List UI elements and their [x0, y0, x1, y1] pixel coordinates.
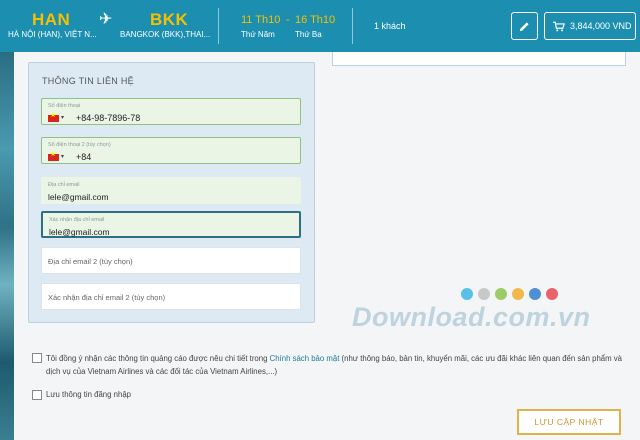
- date-separator: -: [286, 14, 290, 26]
- watermark-dot: [478, 288, 490, 300]
- watermark-dot: [495, 288, 507, 300]
- phone2-value: +84: [76, 152, 92, 162]
- guest-count: 1 khách: [374, 21, 406, 31]
- save-login-checkbox[interactable]: [32, 390, 42, 400]
- cart-total: 3,844,000 VND: [570, 21, 632, 31]
- dest-code: BKK: [150, 10, 189, 29]
- chevron-down-icon[interactable]: ▾: [61, 153, 64, 160]
- watermark-text: Download.com.vn: [352, 302, 591, 332]
- email2-confirm-field[interactable]: Xác nhận địa chỉ email 2 (tùy chọn): [41, 283, 301, 310]
- header-divider: [352, 8, 353, 44]
- phone2-field[interactable]: Số điện thoại 2 (tùy chọn) ▾ +84: [41, 137, 301, 164]
- watermark-dot: [512, 288, 524, 300]
- email2-placeholder: Địa chỉ email 2 (tùy chọn): [48, 257, 133, 266]
- watermark-dot: [529, 288, 541, 300]
- edit-flight-button[interactable]: [511, 12, 538, 40]
- email2-confirm-placeholder: Xác nhận địa chỉ email 2 (tùy chọn): [48, 293, 166, 302]
- watermark-dots: [461, 288, 558, 300]
- marketing-consent-checkbox[interactable]: [32, 353, 42, 363]
- email-label: Địa chỉ email: [48, 182, 80, 188]
- vietnam-flag-icon[interactable]: [48, 111, 59, 122]
- origin-code: HAN: [32, 10, 71, 29]
- chevron-down-icon[interactable]: ▾: [61, 114, 64, 121]
- depart-day: Thứ Năm: [241, 30, 275, 39]
- phone2-label: Số điện thoại 2 (tùy chọn): [48, 142, 111, 148]
- marketing-consent-text: Tôi đồng ý nhận các thông tin quảng cáo …: [46, 352, 626, 378]
- flight-summary-header: HAN HÀ NỘI (HAN), VIỆT N... ✈ BKK BANGKO…: [0, 0, 640, 52]
- cart-icon: [553, 21, 565, 31]
- watermark-dot: [461, 288, 473, 300]
- plane-icon: ✈: [99, 11, 113, 28]
- email2-field[interactable]: Địa chỉ email 2 (tùy chọn): [41, 247, 301, 274]
- email-confirm-value: lele@gmail.com: [49, 227, 110, 237]
- background-image-strip: [0, 52, 14, 440]
- email-value: lele@gmail.com: [48, 192, 109, 202]
- depart-date: 11 Th10: [241, 14, 281, 26]
- cart-button[interactable]: 3,844,000 VND: [544, 12, 636, 40]
- contact-info-card: THÔNG TIN LIÊN HỆ Số điện thoại ▾ +84-98…: [28, 62, 315, 323]
- phone-field[interactable]: Số điện thoại ▾ +84-98-7896-78: [41, 98, 301, 125]
- phone-value: +84-98-7896-78: [76, 113, 141, 123]
- origin-city: HÀ NỘI (HAN), VIỆT N...: [8, 30, 97, 39]
- summary-panel: [332, 52, 626, 66]
- privacy-policy-link[interactable]: Chính sách bảo mật: [270, 354, 340, 363]
- email-confirm-field[interactable]: Xác nhận địa chỉ email lele@gmail.com: [41, 211, 301, 238]
- pencil-icon: [519, 21, 529, 31]
- watermark-dot: [546, 288, 558, 300]
- email-field[interactable]: Địa chỉ email lele@gmail.com: [41, 177, 301, 204]
- dest-city: BANGKOK (BKK),THAI...: [120, 30, 211, 39]
- vietnam-flag-icon[interactable]: [48, 150, 59, 161]
- save-login-label: Lưu thông tin đăng nhập: [46, 390, 131, 399]
- return-date: 16 Th10: [295, 14, 336, 26]
- contact-title: THÔNG TIN LIÊN HỆ: [42, 76, 134, 86]
- email-confirm-label: Xác nhận địa chỉ email: [49, 217, 105, 223]
- return-day: Thứ Ba: [295, 30, 322, 39]
- header-divider: [218, 8, 219, 44]
- phone-label: Số điện thoại: [48, 103, 81, 109]
- consent-text-before: Tôi đồng ý nhận các thông tin quảng cáo …: [46, 354, 270, 363]
- save-update-button[interactable]: LƯU CẬP NHẬT: [517, 409, 621, 435]
